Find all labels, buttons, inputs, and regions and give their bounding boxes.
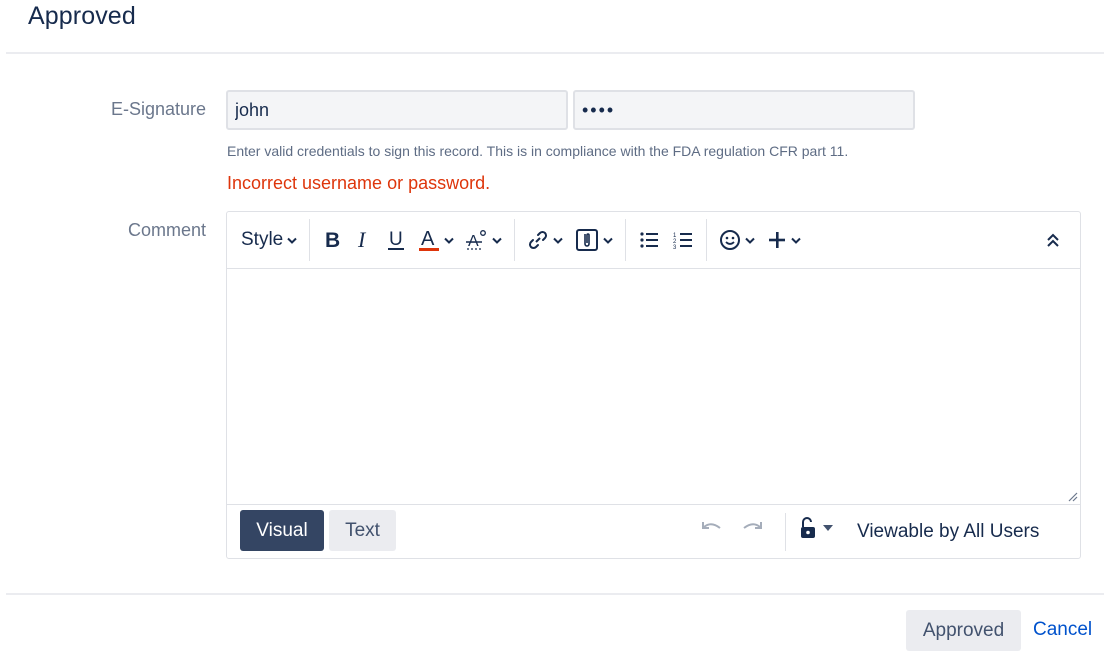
italic-icon: I <box>357 229 367 251</box>
svg-text:I: I <box>357 229 367 251</box>
editor-toolbar: Style B I U A A 1 2 3 <box>227 212 1080 269</box>
emoji-button[interactable] <box>713 222 761 258</box>
text-color-icon: A <box>419 228 440 251</box>
attachment-icon <box>576 229 599 251</box>
bold-icon: B <box>325 229 340 251</box>
esignature-label: E-Signature <box>110 99 206 119</box>
comment-label: Comment <box>127 220 206 240</box>
redo-icon <box>743 522 762 529</box>
toolbar-separator <box>706 219 708 261</box>
esignature-help-text: Enter valid credentials to sign this rec… <box>227 143 849 159</box>
chevron-down-icon <box>553 237 563 244</box>
text-format-icon: A <box>466 230 487 250</box>
chevron-down-icon <box>492 237 502 244</box>
chevron-down-icon <box>444 237 454 244</box>
collapse-icon <box>1047 233 1059 247</box>
comment-editor: Style B I U A A 1 2 3 Visual Text Viewab… <box>226 211 1081 559</box>
caret-down-icon <box>823 525 833 531</box>
cancel-link[interactable]: Cancel <box>1033 619 1092 641</box>
bullet-list-icon <box>640 232 659 248</box>
restrictions-button[interactable] <box>799 516 833 540</box>
emoji-icon <box>720 230 741 250</box>
svg-text:A: A <box>421 228 435 250</box>
text-format-button[interactable]: A <box>460 222 508 258</box>
text-color-button[interactable]: A <box>412 222 460 258</box>
bold-button[interactable]: B <box>316 222 348 258</box>
comment-text-area[interactable] <box>227 269 1080 504</box>
chevron-down-icon <box>287 237 297 244</box>
underline-button[interactable]: U <box>380 222 412 258</box>
approve-button[interactable]: Approved <box>906 610 1021 651</box>
numbered-list-button[interactable]: 123 <box>666 222 700 258</box>
link-button[interactable] <box>521 222 569 258</box>
toolbar-separator <box>625 219 627 261</box>
footer-separator <box>785 513 786 551</box>
underline-icon: U <box>388 229 405 250</box>
svg-text:3: 3 <box>673 245 677 250</box>
chevron-down-icon <box>603 237 613 244</box>
error-message: Incorrect username or password. <box>227 173 491 193</box>
footer-divider <box>6 593 1104 595</box>
bullet-list-button[interactable] <box>632 222 666 258</box>
dialog-title: Approved <box>28 2 136 30</box>
text-mode-button[interactable]: Text <box>329 510 396 551</box>
attachment-button[interactable] <box>569 222 619 258</box>
visual-mode-button[interactable]: Visual <box>240 510 324 551</box>
header-divider <box>6 52 1104 54</box>
resize-handle-icon[interactable] <box>1066 490 1078 502</box>
insert-more-button[interactable] <box>761 222 807 258</box>
link-icon <box>529 230 548 250</box>
username-input[interactable] <box>226 90 568 130</box>
editor-footer: Visual Text Viewable by All Users <box>227 504 1080 559</box>
unlock-icon <box>801 517 815 538</box>
chevron-down-icon <box>791 237 801 244</box>
chevron-down-icon <box>745 237 755 244</box>
plus-icon <box>769 232 786 248</box>
collapse-toolbar-button[interactable] <box>1040 222 1066 258</box>
undo-icon <box>702 522 721 529</box>
svg-text:U: U <box>389 229 403 250</box>
svg-text:B: B <box>325 229 340 251</box>
numbered-list-icon: 123 <box>673 233 693 250</box>
password-input[interactable] <box>573 90 915 130</box>
toolbar-separator <box>309 219 311 261</box>
undo-button[interactable] <box>701 519 723 540</box>
visibility-label: Viewable by All Users <box>857 521 1040 542</box>
toolbar-separator <box>514 219 516 261</box>
style-dropdown[interactable]: Style <box>235 222 303 258</box>
style-dropdown-label: Style <box>241 229 284 250</box>
italic-button[interactable]: I <box>348 222 380 258</box>
redo-button[interactable] <box>741 519 763 540</box>
